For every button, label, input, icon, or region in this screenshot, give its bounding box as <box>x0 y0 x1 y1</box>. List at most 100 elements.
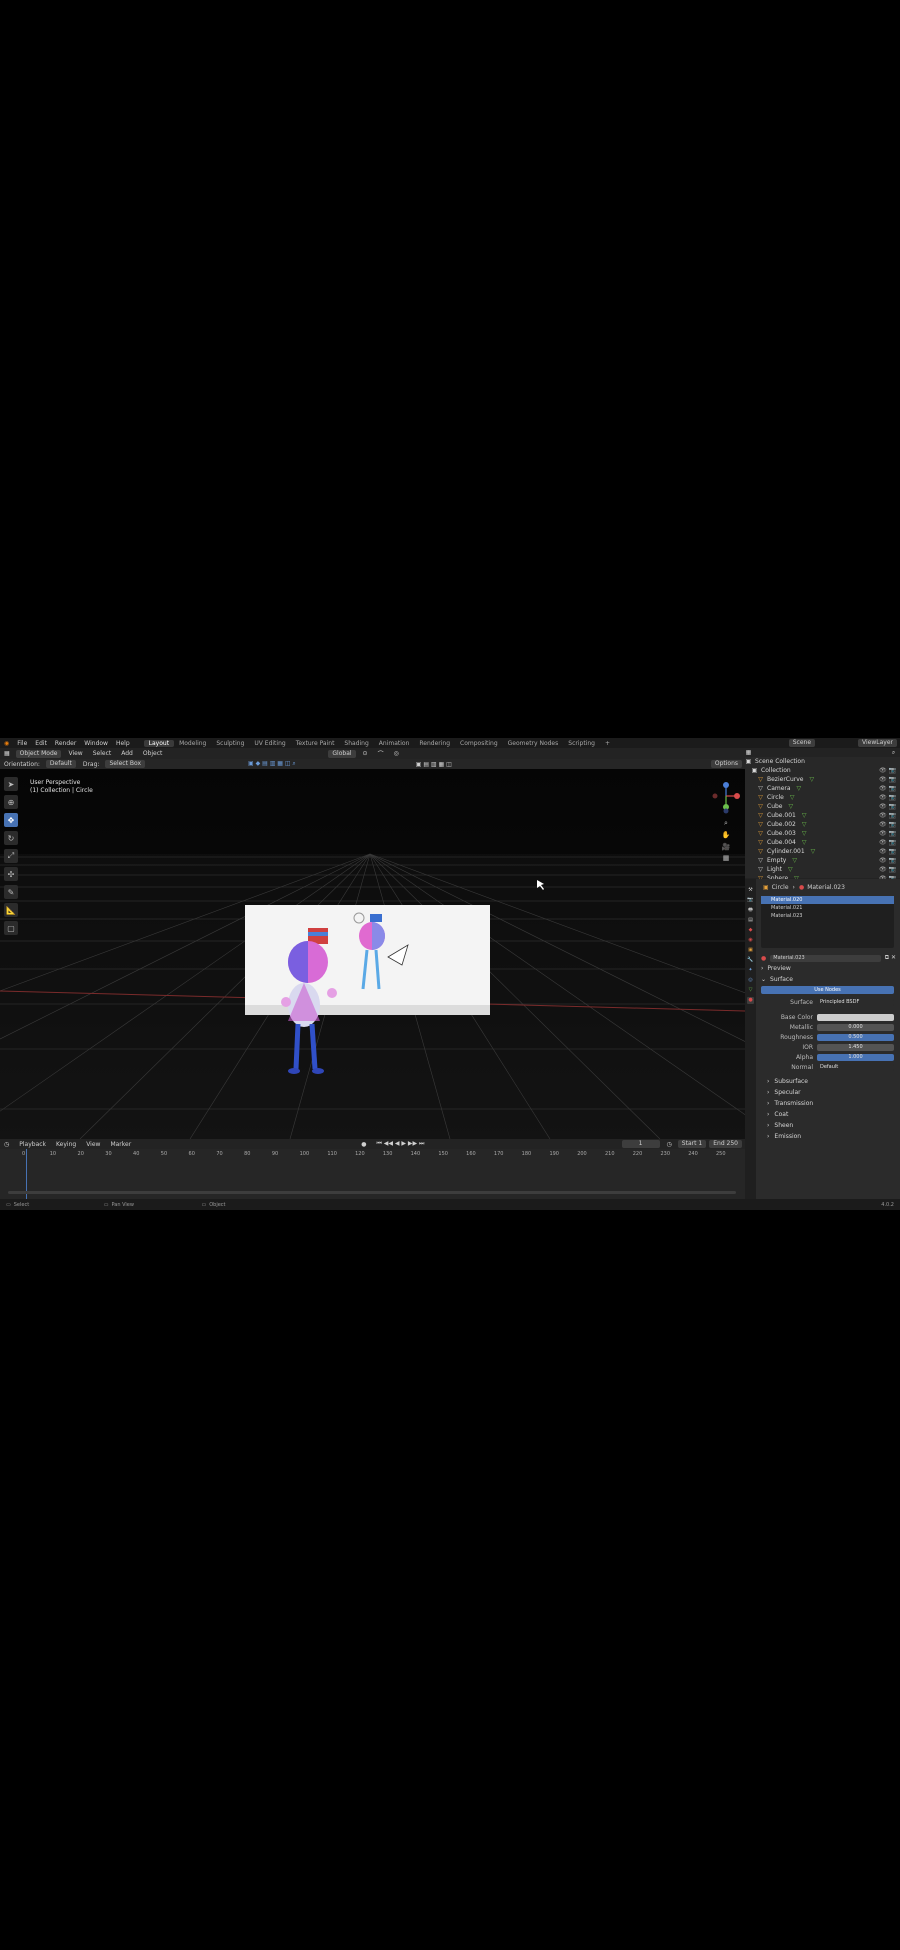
backdrop-plane[interactable] <box>245 905 490 1015</box>
rotate-tool-icon[interactable]: ↻ <box>4 831 18 845</box>
render-tab-icon[interactable]: 📷 <box>747 897 754 904</box>
tab-uv-editing[interactable]: UV Editing <box>249 740 290 747</box>
menu-object[interactable]: Object <box>139 750 167 757</box>
world-tab-icon[interactable]: ◉ <box>747 937 754 944</box>
scene-tab-icon[interactable]: ◆ <box>747 927 754 934</box>
material-slot-0[interactable]: Material.020 <box>761 896 894 904</box>
outliner-item[interactable]: ▽ Cube.002 ▽ 👁 📷 <box>745 820 900 829</box>
visibility-icon[interactable]: 👁 📷 <box>879 803 896 810</box>
clock-icon[interactable]: ◷ <box>663 1141 676 1148</box>
surface-section[interactable]: ⌄ Surface <box>757 974 900 985</box>
visibility-icon[interactable]: 👁 📷 <box>879 857 896 864</box>
mesh-data-icon[interactable]: ▽ <box>802 812 807 819</box>
editor-type-icon[interactable]: ▦ <box>0 750 14 757</box>
tool-tab-icon[interactable]: ⚒ <box>747 887 754 894</box>
outliner-search-icon[interactable]: ⌕ <box>890 749 897 757</box>
tab-scripting[interactable]: Scripting <box>563 740 600 747</box>
proportional-icon[interactable]: ◎ <box>390 750 403 757</box>
tab-modeling[interactable]: Modeling <box>174 740 211 747</box>
outliner-item[interactable]: ▽ Cube.001 ▽ 👁 📷 <box>745 811 900 820</box>
timeline-ruler[interactable]: 0 10 20 30 40 50 60 70 80 90 100 110 120 130 140 150 160… <box>0 1149 745 1161</box>
transform-tool-icon[interactable]: ✣ <box>4 867 18 881</box>
select-tool-icon[interactable]: ➤ <box>4 777 18 791</box>
visibility-icon[interactable]: 👁 📷 <box>879 812 896 819</box>
viewlayer-selector[interactable]: ViewLayer <box>858 739 897 747</box>
menu-edit[interactable]: Edit <box>31 740 51 747</box>
timeline-menu-view[interactable]: View <box>82 1141 104 1148</box>
material-slot-1[interactable]: Material.021 <box>761 904 894 912</box>
move-tool-icon[interactable]: ✥ <box>4 813 18 827</box>
scale-tool-icon[interactable]: ⤢ <box>4 849 18 863</box>
timeline-menu-marker[interactable]: Marker <box>106 1141 135 1148</box>
add-cube-tool-icon[interactable]: ▢ <box>4 921 18 935</box>
shader-section[interactable]: › Transmission <box>757 1098 900 1109</box>
material-browse-icon[interactable]: ● <box>757 955 766 962</box>
tab-sculpting[interactable]: Sculpting <box>211 740 249 747</box>
visibility-icon[interactable]: 👁 📷 <box>879 848 896 855</box>
outliner-item[interactable]: ▽ Circle ▽ 👁 📷 <box>745 793 900 802</box>
select-mode-icons[interactable]: ▣ ◆ ▤ ▥ ▦ ◫ ⌕ <box>244 760 300 768</box>
navigation-gizmo[interactable]: ⌕ ✋ 🎥 ▦ <box>711 781 741 861</box>
transform-orientation[interactable]: Global <box>328 749 356 758</box>
mesh-data-icon[interactable]: ▽ <box>802 830 807 837</box>
visibility-icon[interactable]: 👁 📷 <box>879 839 896 846</box>
add-workspace-icon[interactable]: + <box>600 740 615 747</box>
visibility-icon[interactable]: 👁 📷 <box>879 767 896 774</box>
normal-field[interactable]: Default <box>817 1063 894 1071</box>
mesh-data-icon[interactable]: ▽ <box>809 776 814 783</box>
material-slot-2[interactable]: Material.023 <box>761 912 894 920</box>
menu-help[interactable]: Help <box>112 740 134 747</box>
preview-section[interactable]: › Preview <box>757 963 900 974</box>
timeline-scrollbar[interactable] <box>8 1191 736 1194</box>
mesh-data-icon[interactable]: ▽ <box>792 857 797 864</box>
pivot-icon[interactable]: ⊙ <box>359 750 372 757</box>
blender-logo-icon[interactable]: ◉ <box>0 740 13 747</box>
snap-icon[interactable]: ⌒ <box>374 749 388 758</box>
outliner-collection[interactable]: ▣ Collection 👁 📷 <box>745 766 900 775</box>
data-tab-icon[interactable]: ▽ <box>747 987 754 994</box>
end-frame-field[interactable]: End 250 <box>709 1140 742 1148</box>
drag-dropdown[interactable]: Select Box <box>105 760 146 768</box>
menu-file[interactable]: File <box>13 740 31 747</box>
tab-rendering[interactable]: Rendering <box>414 740 455 747</box>
physics-tab-icon[interactable]: ◎ <box>747 977 754 984</box>
object-tab-icon[interactable]: ▣ <box>747 947 754 954</box>
shader-section[interactable]: › Emission <box>757 1131 900 1142</box>
particles-tab-icon[interactable]: ✦ <box>747 967 754 974</box>
roughness-field[interactable]: 0.500 <box>817 1033 894 1041</box>
outliner-item[interactable]: ▽ Cube ▽ 👁 📷 <box>745 802 900 811</box>
shader-section[interactable]: › Specular <box>757 1087 900 1098</box>
scene-selector[interactable]: Scene <box>788 739 816 747</box>
visibility-icon[interactable]: 👁 📷 <box>879 794 896 801</box>
output-tab-icon[interactable]: 🖶 <box>747 907 754 914</box>
tab-animation[interactable]: Animation <box>374 740 415 747</box>
metallic-field[interactable]: 0.000 <box>817 1023 894 1031</box>
use-nodes-button[interactable]: Use Nodes <box>761 986 894 994</box>
mesh-data-icon[interactable]: ▽ <box>790 794 795 801</box>
timeline-menu-keying[interactable]: Keying <box>52 1141 80 1148</box>
visibility-icon[interactable]: 👁 📷 <box>879 866 896 873</box>
visibility-icon[interactable]: 👁 📷 <box>879 785 896 792</box>
modifier-tab-icon[interactable]: 🔧 <box>747 957 754 964</box>
playback-controls-icons[interactable]: ⏮ ◀◀ ◀ ▶ ▶▶ ⏭ <box>372 1140 428 1148</box>
annotate-tool-icon[interactable]: ✎ <box>4 885 18 899</box>
tab-texture-paint[interactable]: Texture Paint <box>291 740 340 747</box>
orientation-dropdown[interactable]: Default <box>45 760 76 768</box>
options-dropdown[interactable]: Options <box>710 760 742 768</box>
mesh-data-icon[interactable]: ▽ <box>802 821 807 828</box>
menu-add[interactable]: Add <box>117 750 137 757</box>
outliner-item[interactable]: ▽ Camera ▽ 👁 📷 <box>745 784 900 793</box>
mesh-data-icon[interactable]: ▽ <box>789 803 794 810</box>
outliner-item[interactable]: ▽ Empty ▽ 👁 📷 <box>745 856 900 865</box>
outliner-item[interactable]: ▽ Cylinder.001 ▽ 👁 📷 <box>745 847 900 856</box>
record-icon[interactable]: ● <box>357 1141 370 1148</box>
base-color-swatch[interactable] <box>817 1013 894 1021</box>
3d-viewport[interactable]: ➤ ⊕ ✥ ↻ ⤢ ✣ ✎ 📐 ▢ User Perspective (1) C… <box>0 769 745 1139</box>
tab-geometry-nodes[interactable]: Geometry Nodes <box>503 740 564 747</box>
view-tools-icons[interactable]: ▣ ▤ ▥ ▦ ◫ <box>412 761 456 768</box>
mode-selector[interactable]: Object Mode <box>15 749 62 758</box>
shader-section[interactable]: › Sheen <box>757 1120 900 1131</box>
current-frame-field[interactable]: 1 <box>621 1140 660 1148</box>
start-frame-field[interactable]: Start 1 <box>677 1140 707 1148</box>
timeline-menu-playback[interactable]: Playback <box>15 1141 50 1148</box>
